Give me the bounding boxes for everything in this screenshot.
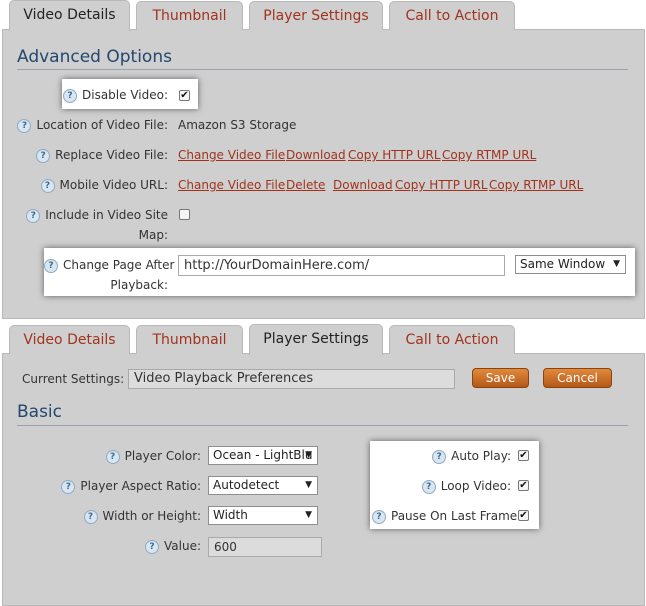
help-icon[interactable]: ? — [105, 450, 120, 464]
help-icon[interactable]: ? — [40, 179, 55, 193]
redirect-url-input[interactable]: http://YourDomainHere.com/ — [178, 255, 505, 276]
tab-call-to-action[interactable]: Call to Action — [389, 1, 515, 30]
disable-video-label: ? Disable Video: — [62, 87, 168, 103]
tab-player-settings[interactable]: Player Settings — [249, 1, 383, 30]
help-icon[interactable]: ? — [36, 149, 51, 163]
player-color-label: ? Player Color: — [40, 448, 201, 464]
help-icon[interactable]: ? — [63, 89, 77, 103]
replace-copy-http-url-link[interactable]: Copy HTTP URL — [348, 147, 441, 163]
replace-change-video-file-link[interactable]: Change Video File — [178, 147, 285, 163]
help-icon[interactable]: ? — [83, 510, 98, 524]
tab-thumbnail[interactable]: Thumbnail — [136, 1, 243, 30]
change-page-label-line2: Playback: — [110, 278, 168, 292]
help-icon[interactable]: ? — [17, 119, 32, 133]
aspect-ratio-select[interactable]: Autodetect ▼ — [208, 476, 318, 495]
chevron-down-icon: ▼ — [305, 450, 312, 460]
chevron-down-icon: ▼ — [613, 259, 620, 269]
replace-download-link[interactable]: Download — [286, 147, 346, 163]
tab-video-details[interactable]: Video Details — [9, 0, 130, 31]
value-label: ? Value: — [40, 538, 201, 554]
section-divider — [17, 69, 628, 70]
change-page-label: ? Change Page After — [44, 257, 174, 273]
tab-video-details[interactable]: Video Details — [9, 325, 130, 354]
player-color-select[interactable]: Ocean - LightBlu ▼ — [208, 446, 318, 465]
auto-play-checkbox[interactable]: ✔ — [518, 450, 529, 461]
chevron-down-icon: ▼ — [305, 510, 312, 520]
disable-video-checkbox[interactable]: ✔ — [179, 90, 190, 101]
pause-last-frame-checkbox[interactable]: ✔ — [518, 510, 529, 521]
mobile-download-link[interactable]: Download — [333, 177, 393, 193]
mobile-video-url-label: ? Mobile Video URL: — [10, 177, 168, 193]
mobile-change-video-file-link[interactable]: Change Video File — [178, 177, 285, 193]
tab-thumbnail[interactable]: Thumbnail — [136, 325, 243, 354]
section-divider — [17, 425, 628, 426]
loop-video-label: ? Loop Video: — [372, 478, 511, 494]
auto-play-label: ? Auto Play: — [372, 448, 511, 464]
help-icon[interactable]: ? — [372, 510, 386, 524]
tab-player-settings[interactable]: Player Settings — [249, 324, 383, 355]
replace-copy-rtmp-url-link[interactable]: Copy RTMP URL — [442, 147, 536, 163]
help-icon[interactable]: ? — [432, 450, 447, 464]
help-icon[interactable]: ? — [61, 480, 76, 494]
aspect-ratio-label: ? Player Aspect Ratio: — [40, 478, 201, 494]
location-value: Amazon S3 Storage — [178, 118, 297, 132]
loop-video-checkbox[interactable]: ✔ — [518, 480, 529, 491]
width-or-height-select[interactable]: Width ▼ — [208, 506, 318, 525]
current-settings-input[interactable]: Video Playback Preferences — [128, 369, 455, 389]
mobile-copy-http-url-link[interactable]: Copy HTTP URL — [395, 177, 488, 193]
replace-video-label: ? Replace Video File: — [10, 147, 168, 163]
cancel-button[interactable]: Cancel — [543, 368, 612, 388]
mobile-delete-link[interactable]: Delete — [286, 177, 325, 193]
help-icon[interactable]: ? — [26, 209, 41, 223]
include-sitemap-label-line2: Map: — [138, 228, 168, 242]
mobile-copy-rtmp-url-link[interactable]: Copy RTMP URL — [489, 177, 583, 193]
help-icon[interactable]: ? — [421, 480, 436, 494]
current-settings-label: Current Settings: — [22, 372, 125, 386]
help-icon[interactable]: ? — [44, 259, 58, 273]
tab-call-to-action[interactable]: Call to Action — [389, 325, 515, 354]
pause-last-frame-label: ? Pause On Last Frame: — [372, 508, 521, 524]
include-sitemap-label: ? Include in Video Site — [10, 207, 168, 223]
section-title-basic: Basic — [17, 402, 63, 422]
save-button[interactable]: Save — [472, 368, 529, 388]
help-icon[interactable]: ? — [145, 540, 159, 554]
window-target-select[interactable]: Same Window ▼ — [515, 255, 626, 274]
include-sitemap-checkbox[interactable] — [179, 209, 190, 220]
location-label: ? Location of Video File: — [10, 117, 168, 133]
chevron-down-icon: ▼ — [305, 480, 312, 490]
section-title-advanced-options: Advanced Options — [17, 47, 172, 67]
width-or-height-label: ? Width or Height: — [40, 508, 201, 524]
value-input[interactable]: 600 — [208, 537, 322, 557]
